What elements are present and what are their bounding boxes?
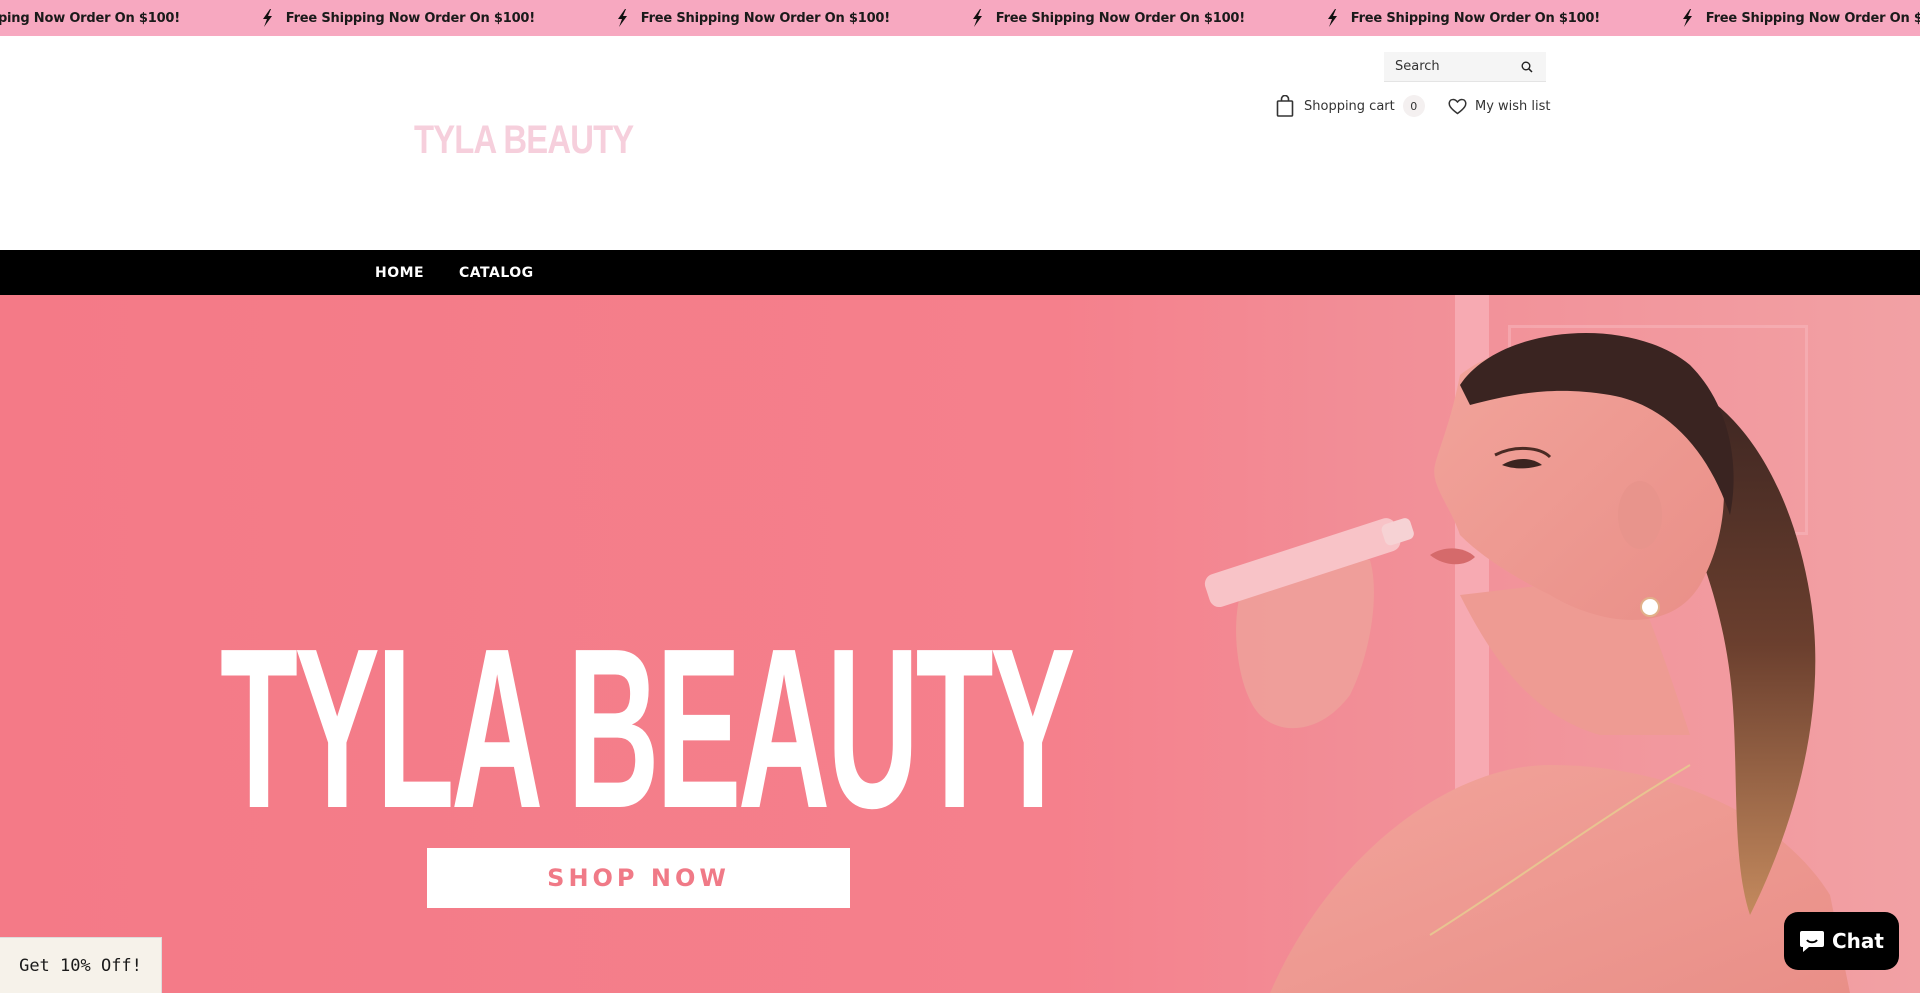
site-logo[interactable]: TYLA BEAUTY <box>414 118 634 163</box>
lightning-bolt-icon <box>972 9 982 27</box>
announcement-item: Free Shipping Now Order On $100! <box>1600 9 1920 27</box>
nav-item-home[interactable]: HOME <box>375 250 424 295</box>
announcement-item: Free Shipping Now Order On $100! <box>890 9 1245 27</box>
nav-item-catalog[interactable]: CATALOG <box>459 250 534 295</box>
lightning-bolt-icon <box>1327 9 1337 27</box>
announcement-text: Free Shipping Now Order On $100! <box>285 10 535 26</box>
discount-label: Get 10% Off! <box>19 955 142 976</box>
announcement-item: ping Now Order On $100! <box>0 11 180 26</box>
announcement-text: Free Shipping Now Order On $100! <box>1705 10 1920 26</box>
announcement-text: ping Now Order On $100! <box>0 10 180 26</box>
search-icon <box>1521 61 1533 73</box>
heart-icon <box>1448 98 1467 114</box>
lightning-bolt-icon <box>262 9 272 27</box>
chat-label: Chat <box>1832 929 1884 953</box>
lightning-bolt-icon <box>1682 9 1692 27</box>
announcement-item: Free Shipping Now Order On $100! <box>180 9 535 27</box>
announcement-text: Free Shipping Now Order On $100! <box>1350 10 1600 26</box>
main-nav: HOME CATALOG <box>0 250 1920 295</box>
announcement-text: Free Shipping Now Order On $100! <box>995 10 1245 26</box>
hero-title: TYLA BEAUTY <box>220 602 1075 856</box>
announcement-item: Free Shipping Now Order On $100! <box>535 9 890 27</box>
wishlist-link[interactable]: My wish list <box>1448 94 1551 118</box>
cart-label: Shopping cart <box>1304 98 1395 114</box>
chat-button[interactable]: Chat <box>1784 912 1899 970</box>
search-button[interactable] <box>1514 52 1540 82</box>
announcement-track: ping Now Order On $100! Free Shipping No… <box>0 0 1920 36</box>
shopping-cart-link[interactable]: Shopping cart 0 <box>1276 94 1425 118</box>
shopping-bag-icon <box>1276 95 1294 117</box>
search-box <box>1384 52 1546 82</box>
chat-bubble-icon <box>1800 931 1824 952</box>
shop-now-label: SHOP NOW <box>547 864 730 892</box>
announcement-bar: ping Now Order On $100! Free Shipping No… <box>0 0 1920 36</box>
discount-popup-tab[interactable]: Get 10% Off! <box>0 937 162 993</box>
cart-count-badge: 0 <box>1402 95 1425 117</box>
shop-now-button[interactable]: SHOP NOW <box>427 848 850 908</box>
site-header: TYLA BEAUTY Shopping cart 0 My wish list <box>0 36 1920 250</box>
wishlist-label: My wish list <box>1475 98 1551 114</box>
hero-banner: TYLA BEAUTY SHOP NOW <box>0 295 1920 993</box>
announcement-item: Free Shipping Now Order On $100! <box>1245 9 1600 27</box>
search-input[interactable] <box>1384 59 1514 74</box>
lightning-bolt-icon <box>617 9 627 27</box>
announcement-text: Free Shipping Now Order On $100! <box>640 10 890 26</box>
model-image <box>1204 332 1850 993</box>
